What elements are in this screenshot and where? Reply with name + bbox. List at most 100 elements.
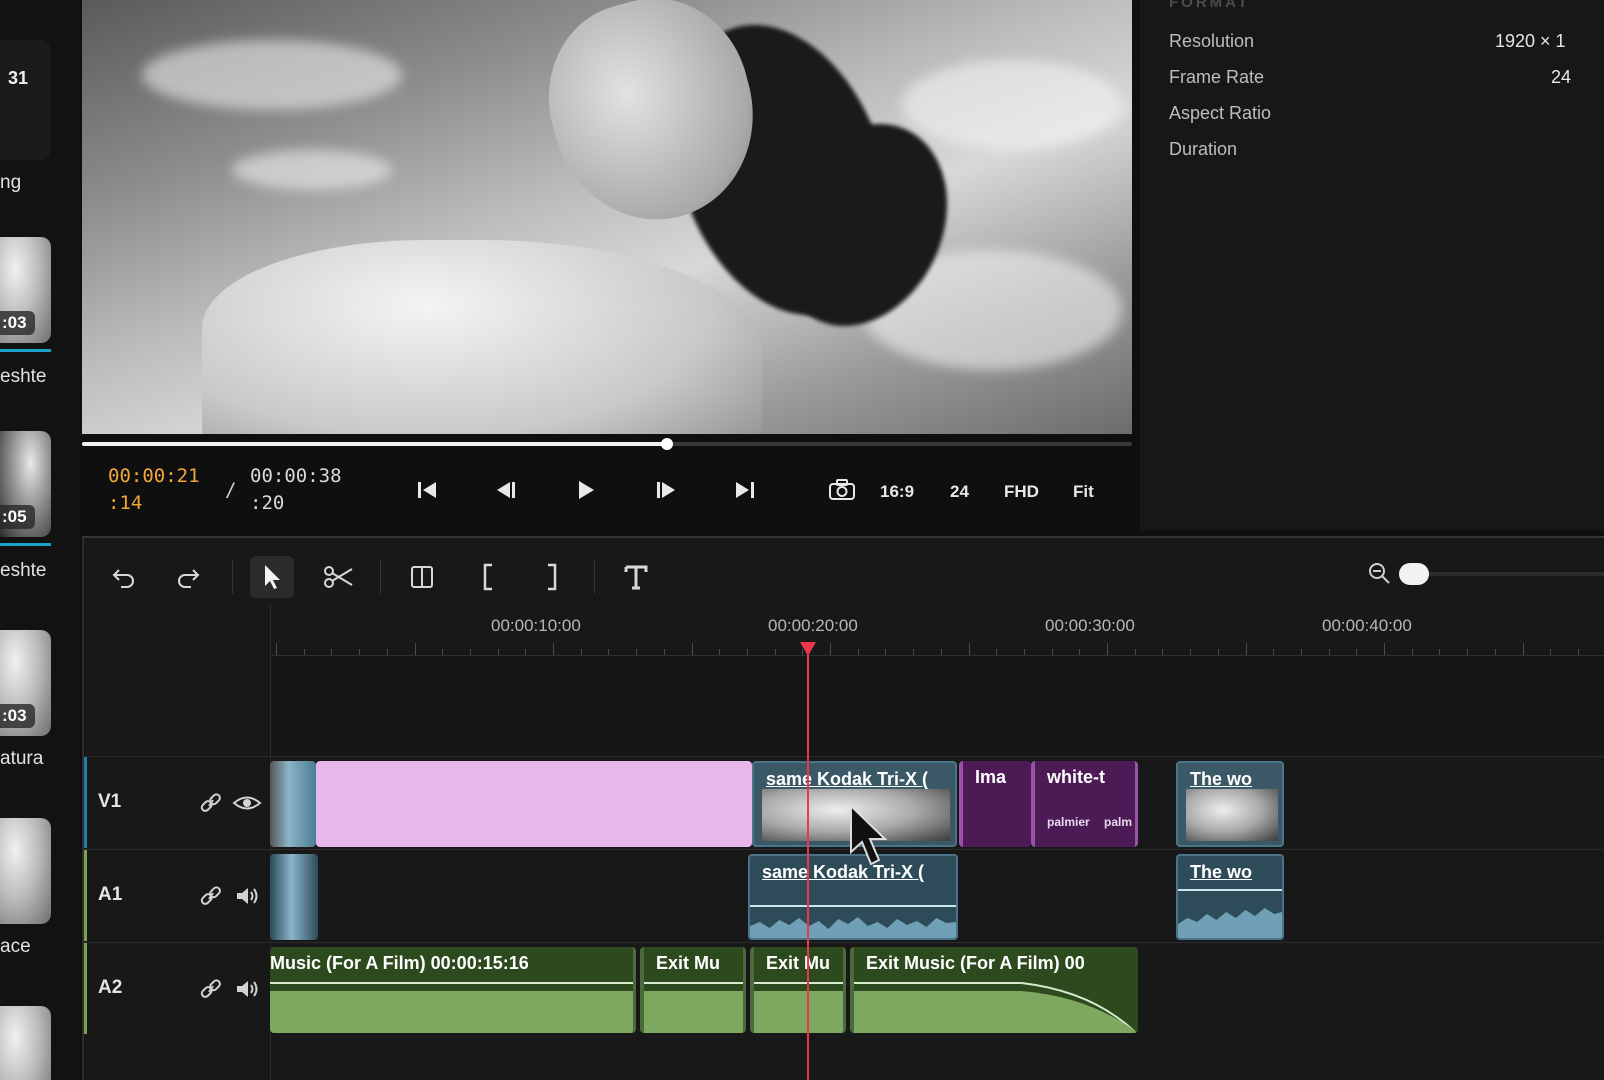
link-icon[interactable] xyxy=(198,884,224,908)
link-icon[interactable] xyxy=(198,977,224,1001)
audio-clip-exit-music[interactable]: Exit Music (For A Film) 00 xyxy=(850,947,1138,1033)
preview-cloud xyxy=(232,150,392,190)
camera-icon xyxy=(829,479,855,500)
ruler-tick xyxy=(1328,649,1330,655)
bin-duration: :05 xyxy=(0,505,35,529)
play-icon xyxy=(579,481,594,499)
redo-button[interactable] xyxy=(166,556,210,598)
text-tool-button[interactable] xyxy=(614,556,658,598)
resolution-label: Resolution xyxy=(1169,31,1255,51)
video-clip-pink[interactable] xyxy=(316,761,752,847)
pointer-icon xyxy=(265,565,280,589)
ruler-tick xyxy=(414,643,416,655)
ruler-tick xyxy=(1134,649,1136,655)
ruler-tick xyxy=(719,649,721,655)
bin-selection-bar xyxy=(0,543,51,546)
track-lane-v1: same Kodak Tri-X ( Ima white-t palmier p… xyxy=(270,756,1604,848)
quality-button[interactable]: FHD xyxy=(1004,482,1039,502)
ruler-tick xyxy=(1273,649,1275,655)
media-count: 31 xyxy=(8,68,29,88)
zoom-slider-track[interactable] xyxy=(1409,572,1604,576)
ruler-tick xyxy=(469,649,471,655)
preview-scrubber[interactable] xyxy=(82,438,1132,450)
undo-button[interactable] xyxy=(102,556,146,598)
bin-thumbnail[interactable]: :03 xyxy=(0,630,51,736)
snapshot-button[interactable] xyxy=(826,475,858,505)
frame-rate-value: 24 xyxy=(1551,67,1572,87)
split-button[interactable] xyxy=(400,556,444,598)
ruler-tick xyxy=(996,649,998,655)
ruler-tick xyxy=(1162,649,1164,655)
clip-thumbnail xyxy=(1186,789,1278,841)
video-preview[interactable] xyxy=(82,0,1132,434)
eye-icon[interactable] xyxy=(232,791,262,815)
ruler-label: 00:00:40:00 xyxy=(1322,616,1412,635)
track-header-a1: A1 xyxy=(84,849,270,941)
skip-end-icon xyxy=(736,482,754,498)
media-count-card[interactable]: 31 xyxy=(0,40,50,160)
bin-item-label: atura xyxy=(0,748,44,769)
track-name: A2 xyxy=(98,977,123,998)
video-clip-thewor[interactable]: The wo xyxy=(1176,761,1284,847)
playhead-line[interactable] xyxy=(807,646,809,1080)
speaker-icon[interactable] xyxy=(234,884,260,908)
mark-out-button[interactable] xyxy=(530,556,574,598)
razor-tool-button[interactable] xyxy=(316,556,360,598)
video-clip[interactable] xyxy=(270,761,316,847)
go-to-end-button[interactable] xyxy=(730,475,760,505)
bin-thumbnail[interactable] xyxy=(0,818,51,924)
bin-thumbnail[interactable]: :03 xyxy=(0,237,51,343)
clip-title: Ima xyxy=(975,767,1007,787)
ruler-tick xyxy=(1051,649,1053,655)
timeline-ruler[interactable]: 00:00:10:00 00:00:20:00 00:00:30:00 00:0… xyxy=(270,604,1604,656)
audio-clip-exit-1[interactable]: Exit Mu xyxy=(640,947,746,1033)
format-panel: FORMAT Resolution 1920 × 1 Frame Rate 24… xyxy=(1140,0,1604,530)
ruler-tick xyxy=(746,649,748,655)
mark-in-button[interactable] xyxy=(466,556,510,598)
speaker-icon[interactable] xyxy=(234,977,260,1001)
bin-thumbnail[interactable]: :05 xyxy=(0,431,51,537)
link-icon[interactable] xyxy=(198,791,224,815)
fit-button[interactable]: Fit xyxy=(1073,482,1094,502)
bin-duration: :03 xyxy=(0,704,35,728)
zoom-slider-handle[interactable] xyxy=(1399,563,1429,585)
scissors-icon xyxy=(324,566,353,588)
aspect-ratio-button[interactable]: 16:9 xyxy=(880,482,914,502)
frame-rate-button[interactable]: 24 xyxy=(950,482,969,502)
go-to-start-button[interactable] xyxy=(412,475,442,505)
audio-waveform xyxy=(854,982,1138,1033)
preview-cloud xyxy=(902,60,1122,150)
ruler-tick xyxy=(1550,649,1552,655)
ruler-tick xyxy=(1577,649,1579,655)
clip-title: Exit Music (For A Film) 00 xyxy=(866,953,1085,973)
video-clip-ima[interactable]: Ima xyxy=(959,761,1031,847)
step-back-icon xyxy=(497,482,515,498)
toolbar-divider xyxy=(380,560,381,594)
clip-subtitle: palm xyxy=(1104,815,1133,829)
track-lane-a2: Music (For A Film) 00:00:15:16 Exit Mu E… xyxy=(270,942,1604,1034)
total-timecode: 00:00:38 :20 xyxy=(250,465,342,514)
toolbar-divider xyxy=(232,560,233,594)
ruler-tick xyxy=(608,649,610,655)
preview-cloud xyxy=(142,40,402,110)
play-button[interactable] xyxy=(571,475,601,505)
ruler-tick xyxy=(1384,643,1385,655)
audio-clip-music[interactable]: Music (For A Film) 00:00:15:16 xyxy=(270,947,636,1033)
resolution-value: 1920 × 1 xyxy=(1495,31,1566,51)
zoom-out-icon[interactable] xyxy=(1366,560,1394,588)
audio-clip-thewor[interactable]: The wo xyxy=(1176,854,1284,940)
toolbar-divider xyxy=(594,560,595,594)
ruler-tick xyxy=(1411,649,1413,655)
ruler-tick xyxy=(1190,649,1192,655)
video-clip-white[interactable]: white-t palmier palm xyxy=(1031,761,1138,847)
ruler-tick xyxy=(1300,649,1302,655)
ruler-label: 00:00:30:00 xyxy=(1045,616,1135,635)
bin-thumbnail[interactable] xyxy=(0,1006,51,1080)
playhead-handle[interactable] xyxy=(800,642,816,656)
scrubber-handle[interactable] xyxy=(660,438,673,450)
next-frame-button[interactable] xyxy=(651,475,681,505)
select-tool-button[interactable] xyxy=(250,556,294,598)
previous-frame-button[interactable] xyxy=(491,475,521,505)
audio-clip[interactable] xyxy=(270,854,318,940)
audio-clip-exit-2[interactable]: Exit Mu xyxy=(750,947,846,1033)
